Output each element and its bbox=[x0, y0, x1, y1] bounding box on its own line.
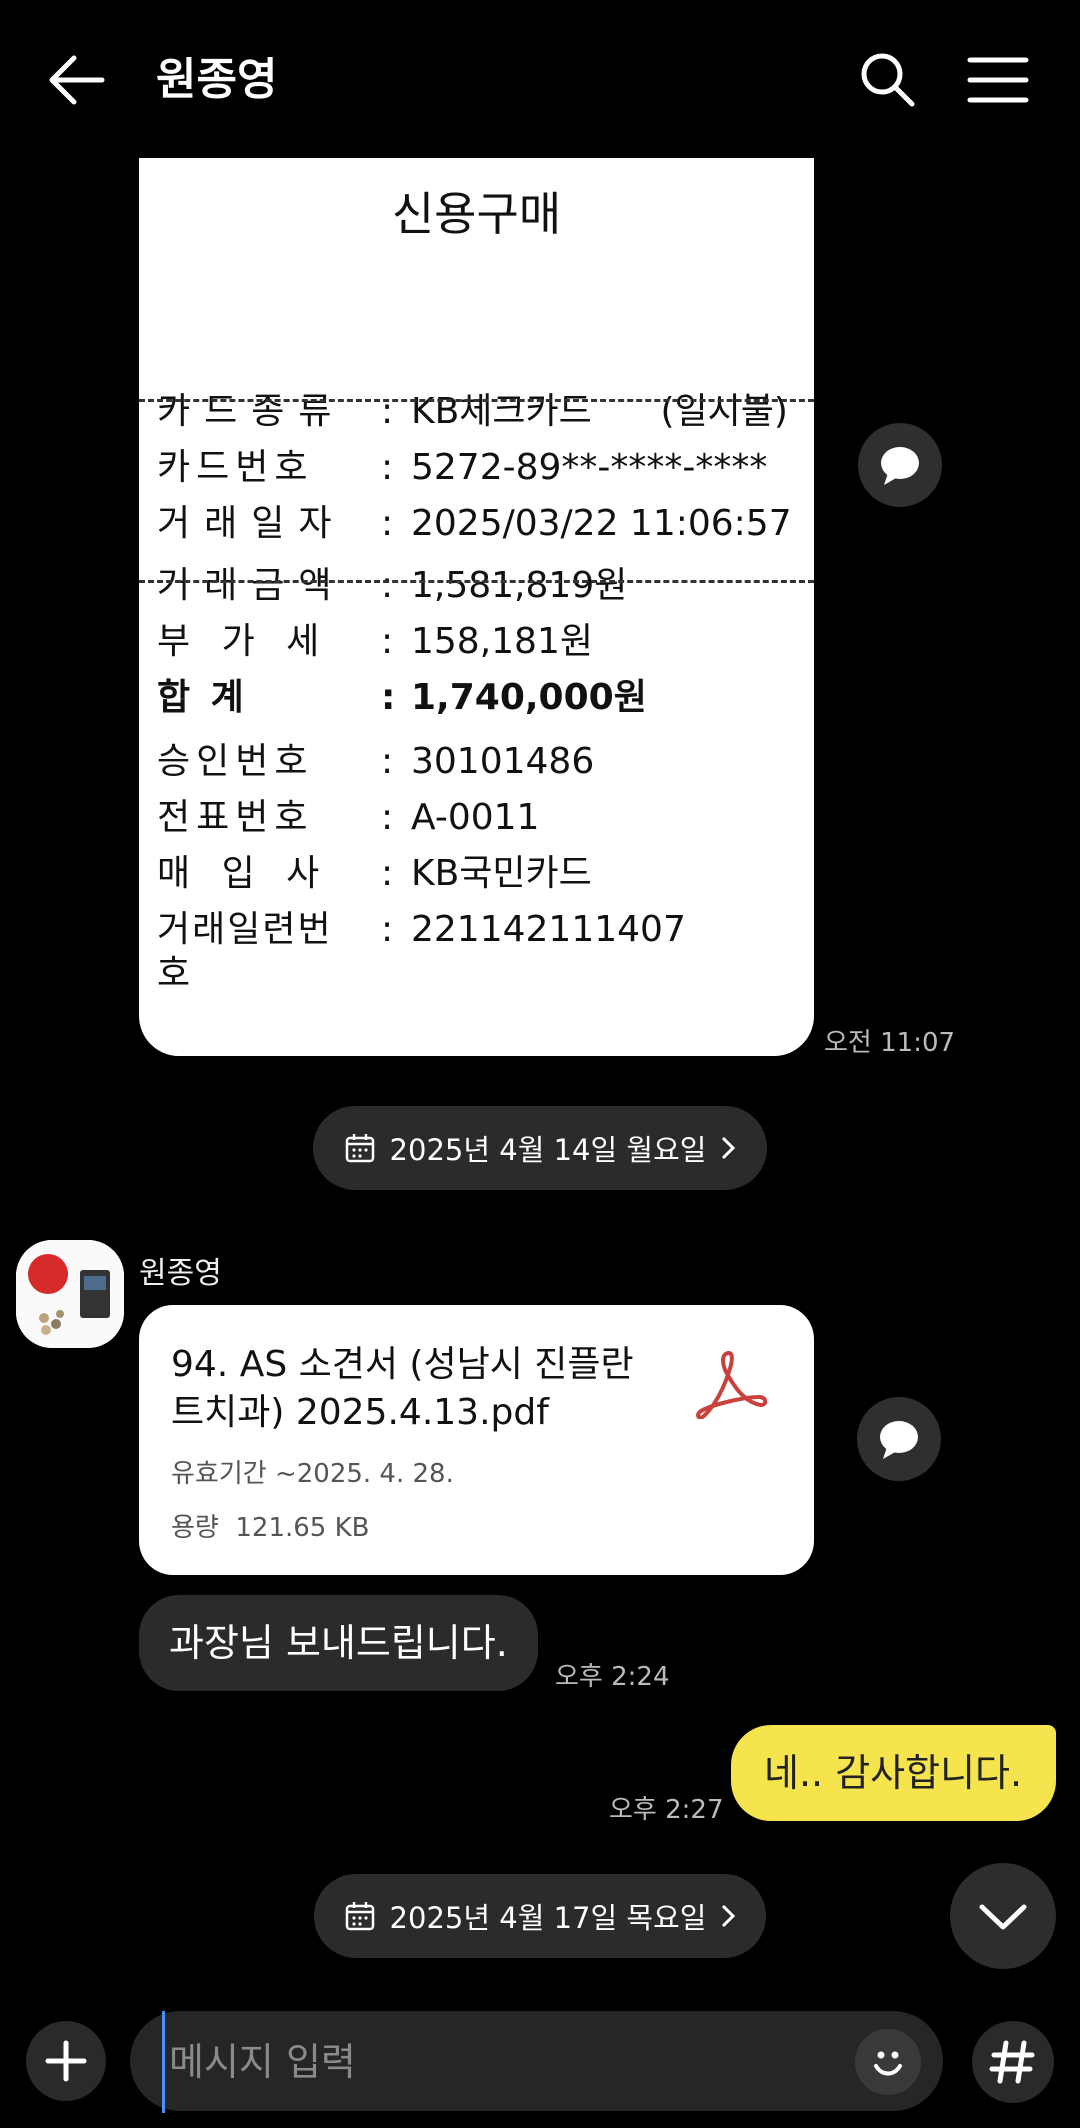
receipt-colon: : bbox=[381, 391, 394, 432]
receipt-colon: : bbox=[381, 853, 394, 894]
pdf-icon bbox=[696, 1351, 767, 1419]
attach-button[interactable] bbox=[26, 2021, 106, 2101]
receipt-colon: : bbox=[381, 741, 394, 782]
receipt-label: 승인번호 bbox=[157, 741, 314, 782]
receipt-value: 2025/03/22 11:06:57 bbox=[411, 503, 792, 544]
receipt-colon: : bbox=[381, 909, 394, 950]
receipt-row: 거래금액 : 1,581,819원 bbox=[157, 558, 797, 614]
receipt-value: 5272-89**-****-**** bbox=[411, 447, 768, 488]
date-label: 2025년 4월 14일 월요일 bbox=[389, 1133, 707, 1167]
receipt-value: KB국민카드 bbox=[411, 853, 592, 894]
receipt-colon: : bbox=[381, 621, 394, 662]
hamburger-menu-icon bbox=[967, 57, 1029, 103]
receipt-title: 신용구매 bbox=[391, 187, 562, 241]
receipt-label-cont: 호 bbox=[157, 953, 195, 994]
emoji-button[interactable] bbox=[855, 2029, 921, 2095]
search-icon bbox=[861, 53, 915, 107]
speech-bubble-icon bbox=[881, 447, 919, 485]
profile-image-icon bbox=[16, 1240, 124, 1348]
date-label: 2025년 4월 17일 목요일 bbox=[389, 1901, 707, 1935]
message-input[interactable] bbox=[162, 2011, 811, 2113]
receipt-colon: : bbox=[381, 677, 396, 718]
scroll-to-bottom-button[interactable] bbox=[950, 1863, 1056, 1969]
receipt-divider bbox=[139, 580, 814, 583]
date-separator[interactable]: 2025년 4월 17일 목요일 bbox=[314, 1874, 766, 1958]
chevron-right-icon bbox=[722, 1136, 736, 1160]
calendar-icon bbox=[345, 1902, 374, 1931]
file-name: 94. AS 소견서 (성남시 진플란트치과) 2025.4.13.pdf bbox=[171, 1344, 634, 1433]
file-expiry: 유효기간 ~2025. 4. 28. bbox=[171, 1459, 454, 1489]
receipt-label: 전표번호 bbox=[157, 797, 314, 838]
receipt-label: 카드종류 bbox=[157, 391, 346, 432]
receipt-value: 221142111407 bbox=[411, 909, 686, 950]
search-button[interactable] bbox=[856, 48, 920, 112]
hashtag-icon bbox=[989, 2040, 1035, 2084]
incoming-message[interactable]: 과장님 보내드립니다. bbox=[139, 1595, 538, 1691]
receipt-row: 거래일자 : 2025/03/22 11:06:57 bbox=[157, 496, 797, 552]
receipt-label: 카드번호 bbox=[157, 447, 314, 488]
message-time: 오전 11:07 bbox=[824, 1028, 956, 1058]
calendar-icon bbox=[345, 1134, 374, 1163]
chat-title: 원종영 bbox=[156, 54, 278, 105]
receipt-label: 거래금액 bbox=[157, 565, 346, 606]
plus-icon bbox=[45, 2040, 87, 2082]
receipt-row: 거래일련번 호 : 221142111407 bbox=[157, 902, 797, 1002]
receipt-value: 1,740,000원 bbox=[411, 677, 647, 718]
file-attachment[interactable]: 94. AS 소견서 (성남시 진플란트치과) 2025.4.13.pdf 유효… bbox=[139, 1305, 814, 1575]
sender-name: 원종영 bbox=[139, 1256, 222, 1291]
chevron-down-icon bbox=[979, 1904, 1027, 1930]
receipt-label: 거래일자 bbox=[157, 503, 346, 544]
receipt-value: 30101486 bbox=[411, 741, 595, 782]
receipt-value: A-0011 bbox=[411, 797, 540, 838]
receipt-label: 합 계 bbox=[157, 677, 248, 718]
receipt-row: 승인번호 : 30101486 bbox=[157, 734, 797, 790]
date-separator[interactable]: 2025년 4월 14일 월요일 bbox=[313, 1106, 767, 1190]
receipt-value: 1,581,819원 bbox=[411, 565, 628, 606]
receipt-label: 부 가 세 bbox=[157, 621, 330, 662]
receipt-colon: : bbox=[381, 797, 394, 838]
chevron-right-icon bbox=[722, 1904, 736, 1928]
message-composer bbox=[130, 2011, 943, 2113]
receipt-row: 부 가 세 : 158,181원 bbox=[157, 614, 797, 670]
message-time: 오후 2:24 bbox=[555, 1662, 670, 1692]
receipt-divider bbox=[139, 399, 814, 402]
receipt-row: 카드종류 : KB체크카드 (일시불) bbox=[157, 384, 797, 440]
hashtag-button[interactable] bbox=[972, 2021, 1054, 2103]
avatar[interactable] bbox=[16, 1240, 124, 1348]
receipt-value: 158,181원 bbox=[411, 621, 593, 662]
back-button[interactable] bbox=[44, 50, 116, 110]
share-button[interactable] bbox=[857, 1397, 941, 1481]
receipt-colon: : bbox=[381, 447, 394, 488]
receipt-row: 카드번호 : 5272-89**-****-**** bbox=[157, 440, 797, 496]
outgoing-message[interactable]: 네.. 감사합니다. bbox=[731, 1725, 1057, 1821]
arrow-left-icon bbox=[49, 55, 105, 105]
receipt-value: KB체크카드 (일시불) bbox=[411, 391, 788, 432]
message-time: 오후 2:27 bbox=[609, 1795, 724, 1825]
receipt-colon: : bbox=[381, 503, 394, 544]
receipt-colon: : bbox=[381, 565, 394, 606]
speech-bubble-icon bbox=[880, 1421, 918, 1459]
receipt-row: 매 입 사 : KB국민카드 bbox=[157, 846, 797, 902]
receipt-row: 전표번호 : A-0011 bbox=[157, 790, 797, 846]
receipt-label: 매 입 사 bbox=[157, 853, 330, 894]
file-size: 용량 121.65 KB bbox=[171, 1513, 370, 1543]
share-button[interactable] bbox=[858, 423, 942, 507]
receipt-row: 합 계 : 1,740,000원 bbox=[157, 670, 797, 726]
receipt-image[interactable]: 신용구매 카드종류 : KB체크카드 (일시불) 카드번호 : 5272-89*… bbox=[139, 158, 814, 1056]
menu-button[interactable] bbox=[966, 50, 1030, 110]
smiley-icon bbox=[874, 2051, 902, 2076]
